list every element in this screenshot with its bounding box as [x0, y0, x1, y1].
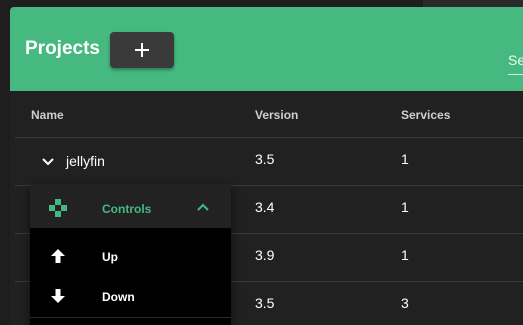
menu-item-down[interactable]: Down: [30, 276, 231, 316]
top-bar-strip: [423, 0, 523, 7]
row-divider: [15, 137, 523, 138]
app-window: Projects Se Name Version Services jellyf…: [0, 0, 523, 325]
column-header-name[interactable]: Name: [31, 108, 64, 122]
search-field-label[interactable]: Se: [508, 52, 523, 68]
plus-icon: [135, 43, 149, 57]
menu-divider: [30, 317, 231, 318]
menu-item-up[interactable]: Up: [30, 236, 231, 276]
page-title: Projects: [25, 38, 100, 59]
menu-item-label: Up: [102, 250, 118, 264]
controls-menu-header[interactable]: Controls: [30, 184, 231, 228]
menu-item-label: Down: [102, 290, 135, 304]
project-services: 1: [401, 199, 409, 215]
project-version: 3.9: [255, 247, 275, 263]
arrow-down-icon: [51, 289, 65, 303]
add-project-button[interactable]: [110, 32, 174, 68]
project-services: 3: [401, 295, 409, 311]
controls-menu: Controls Up Down: [30, 184, 231, 325]
column-header-services[interactable]: Services: [401, 108, 450, 122]
window-edge: [0, 0, 10, 92]
project-name[interactable]: jellyfin: [66, 153, 105, 169]
chevron-down-icon[interactable]: [41, 155, 55, 169]
arrow-up-icon: [51, 249, 65, 263]
project-version: 3.5: [255, 295, 275, 311]
chevron-up-icon[interactable]: [197, 201, 209, 213]
project-services: 1: [401, 151, 409, 167]
controls-menu-title: Controls: [102, 202, 152, 216]
projects-header: Projects Se: [10, 7, 523, 91]
gamepad-icon: [49, 199, 67, 217]
project-services: 1: [401, 247, 409, 263]
project-version: 3.5: [255, 151, 275, 167]
column-header-version[interactable]: Version: [255, 108, 298, 122]
project-version: 3.4: [255, 199, 275, 215]
search-field-underline: [508, 74, 523, 75]
